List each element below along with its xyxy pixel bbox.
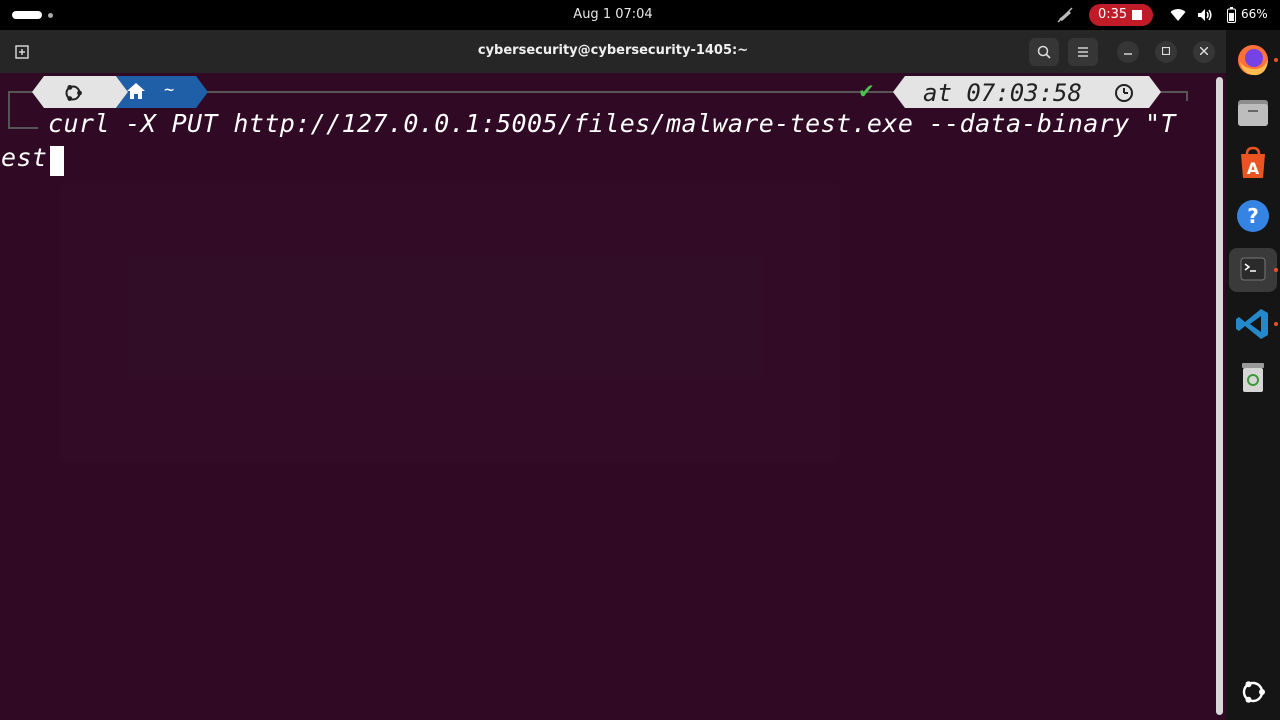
running-indicator — [1274, 58, 1278, 62]
dock-help[interactable]: ? — [1233, 196, 1273, 236]
prompt-time-segment: at 07:03:58 — [893, 76, 1161, 108]
command-text-line: curl -X PUT http://127.0.0.1:5005/files/… — [48, 109, 1176, 138]
dock-terminal[interactable] — [1233, 250, 1273, 290]
date-time[interactable]: Aug 1 07:04 — [0, 7, 1226, 22]
top-bar: Aug 1 07:04 0:35 66% — [0, 0, 1280, 30]
dock-app-center[interactable]: A — [1233, 144, 1273, 184]
help-icon: ? — [1237, 200, 1269, 232]
prompt-time: at 07:03:58 — [923, 79, 1082, 107]
text-cursor — [50, 146, 64, 176]
app-center-icon: A — [1241, 146, 1265, 178]
files-icon — [1238, 100, 1268, 126]
prompt-frame-corner — [8, 95, 38, 129]
svg-text:?: ? — [1247, 204, 1259, 228]
running-indicator — [1274, 268, 1278, 272]
close-icon — [1199, 46, 1209, 56]
wifi-icon[interactable] — [1170, 8, 1186, 22]
dock-files[interactable] — [1233, 92, 1273, 132]
dock-vscode[interactable] — [1233, 304, 1273, 344]
scrollbar[interactable] — [1216, 77, 1223, 715]
vscode-icon — [1236, 309, 1268, 339]
search-icon — [1037, 45, 1051, 59]
running-indicator — [1274, 322, 1278, 326]
home-icon — [127, 83, 145, 99]
terminal-icon — [1240, 257, 1266, 281]
command-text-line: est — [1, 143, 48, 172]
prompt-filler-line-right — [1161, 91, 1188, 93]
window-headerbar: cybersecurity@cybersecurity-1405:~ — [0, 30, 1226, 73]
menu-button[interactable] — [1068, 38, 1098, 66]
maximize-button[interactable] — [1155, 41, 1177, 63]
screen-share-off-icon[interactable] — [1057, 7, 1073, 23]
recording-time: 0:35 — [1098, 7, 1128, 22]
battery-icon[interactable] — [1227, 7, 1236, 23]
stop-icon — [1132, 10, 1142, 20]
clock-icon — [1115, 84, 1133, 102]
hamburger-menu-icon — [1078, 47, 1088, 57]
terminal-window: cybersecurity@cybersecurity-1405:~ ~ ✔ a… — [0, 30, 1226, 720]
minimize-button[interactable] — [1117, 41, 1139, 63]
ubuntu-logo-icon — [65, 85, 82, 101]
dock: A ? — [1226, 30, 1280, 720]
background-reflection — [60, 183, 840, 463]
prompt-directory: ~ — [164, 80, 175, 100]
show-apps-icon — [1242, 681, 1265, 703]
screen-recording-indicator[interactable]: 0:35 — [1089, 4, 1153, 26]
battery-percentage: 66% — [1241, 7, 1268, 21]
close-button[interactable] — [1193, 41, 1215, 63]
prompt-os-segment — [32, 76, 128, 108]
minimize-icon — [1124, 53, 1132, 55]
search-button[interactable] — [1029, 38, 1059, 66]
prompt-filler-line — [208, 91, 828, 93]
trash-icon — [1242, 363, 1264, 392]
firefox-icon — [1238, 45, 1268, 76]
prompt-status-ok: ✔ — [858, 79, 875, 103]
dock-show-apps[interactable] — [1233, 672, 1273, 712]
volume-icon[interactable] — [1197, 8, 1213, 22]
terminal-content[interactable]: ~ ✔ at 07:03:58 curl -X PUT http://127.0… — [0, 73, 1226, 720]
dock-trash[interactable] — [1233, 356, 1273, 396]
maximize-icon — [1161, 46, 1171, 56]
svg-text:A: A — [1247, 159, 1260, 178]
dock-firefox[interactable] — [1233, 40, 1273, 80]
